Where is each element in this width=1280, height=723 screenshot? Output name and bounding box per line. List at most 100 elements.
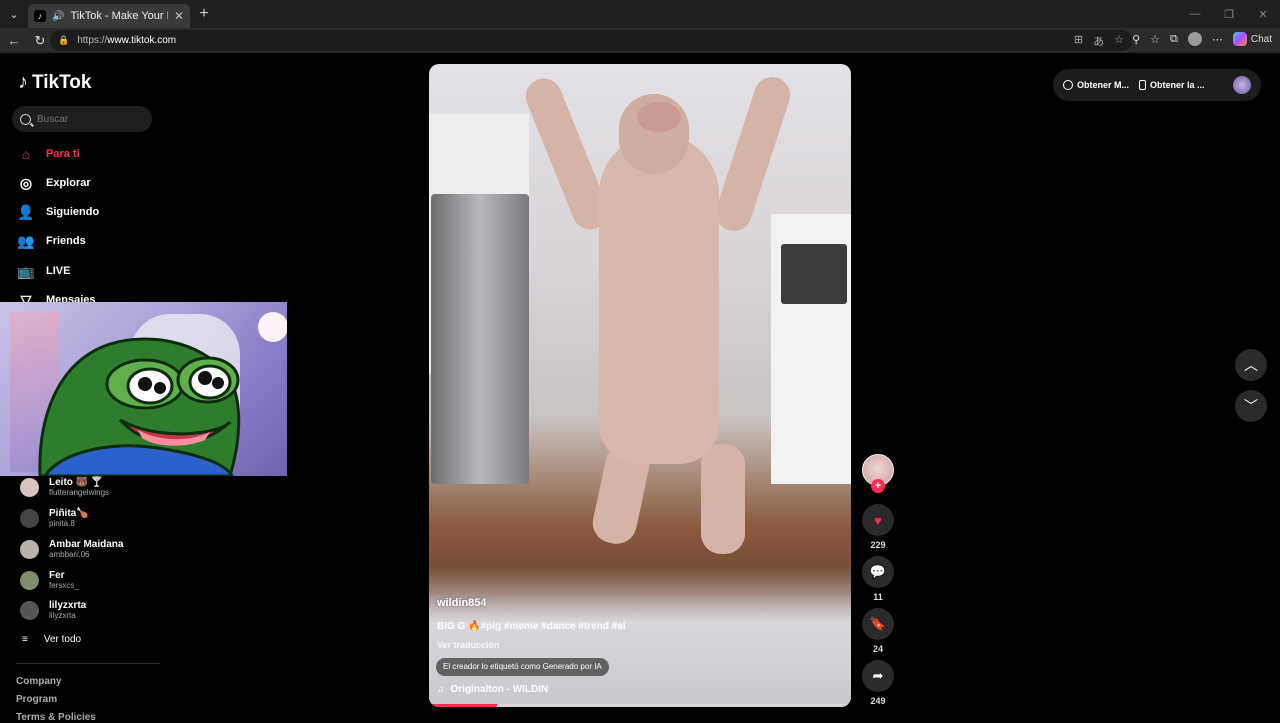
speaker-icon[interactable]: 🔊 [52, 11, 64, 22]
video-progress-bar[interactable] [429, 704, 851, 707]
extensions-icon[interactable]: ⚲ [1132, 33, 1140, 46]
save-button[interactable]: 🔖 [862, 608, 894, 640]
account-name: lilyzxrta [49, 600, 87, 611]
reload-icon[interactable]: ↻ [32, 33, 48, 49]
nav-label: LIVE [46, 265, 71, 277]
pig-leg [701, 444, 745, 554]
nav-explore[interactable]: ◎ Explorar [18, 175, 91, 191]
music-note-icon: ♫ [437, 684, 445, 695]
phone-icon [1139, 80, 1147, 90]
friends-icon: 👥 [17, 232, 35, 249]
get-coins-label: Obtener M... [1077, 80, 1130, 90]
tab-list-chevron-icon[interactable]: ⌄ [0, 0, 28, 28]
new-tab-button[interactable]: + [190, 5, 218, 23]
follow-plus-button[interactable]: + [871, 479, 885, 493]
chevron-up-icon: ︿ [1244, 357, 1258, 373]
see-all-label: Ver todo [43, 634, 82, 645]
see-translation-link[interactable]: Ver traducción [437, 640, 500, 650]
logo-text: TikTok [32, 71, 92, 93]
minimize-icon[interactable]: — [1178, 8, 1212, 21]
copilot-label: Chat [1250, 33, 1272, 45]
account-name: Piñita🍗 [49, 508, 89, 519]
video-player[interactable]: wildin854 BIG G 🔥#pig #meme #dance #tren… [429, 64, 851, 707]
footer-link-program[interactable]: Program [16, 694, 57, 705]
nav-label: Siguiendo [46, 206, 100, 218]
tiktok-logo[interactable]: ♪ TikTok [18, 71, 91, 94]
tab-close-icon[interactable]: ✕ [174, 9, 184, 23]
browser-tabbar: ⌄ ♪ 🔊 TikTok - Make Your Day ✕ + — ❐ ✕ [0, 0, 1280, 28]
account-handle: fersxcs_ [49, 581, 79, 590]
pig-snout [637, 102, 681, 132]
video-caption[interactable]: BIG G 🔥#pig #meme #dance #trend #ai [437, 621, 626, 632]
chevron-down-icon: ﹀ [1244, 398, 1258, 414]
account-handle: lilyzxrta [49, 611, 76, 620]
compass-icon: ◎ [19, 174, 33, 191]
search-box[interactable] [12, 106, 152, 132]
avatar [20, 509, 39, 528]
top-actions-bar: Obtener M... Obtener la ... [1053, 69, 1261, 101]
get-app-label: Obtener la ... [1150, 80, 1205, 90]
comment-button[interactable]: 💬 [862, 556, 894, 588]
account-name: Fer [49, 570, 65, 581]
pepe-overlay-image [0, 302, 287, 476]
account-name: Leito 🐻 🍸 [49, 477, 104, 488]
pig-body [599, 134, 719, 464]
nav-friends[interactable]: 👥 Friends [17, 232, 86, 249]
copilot-chat-button[interactable]: Chat [1232, 32, 1272, 46]
back-icon[interactable]: ← [6, 33, 22, 48]
video-music[interactable]: ♫ Originalton - WILDIN [437, 684, 548, 695]
following-account[interactable]: Piñita🍗 pinita.8 [20, 508, 89, 529]
share-button[interactable]: ➦ [862, 660, 894, 692]
next-video-button[interactable]: ﹀ [1235, 390, 1267, 422]
url-scheme: https:// [77, 35, 108, 46]
user-avatar[interactable] [1233, 76, 1251, 94]
footer-link-terms[interactable]: Terms & Policies [16, 712, 96, 723]
comment-icon: 💬 [869, 564, 887, 579]
coin-icon [1063, 80, 1073, 90]
avatar [20, 571, 39, 590]
copilot-icon [1232, 32, 1247, 46]
browser-tab[interactable]: ♪ 🔊 TikTok - Make Your Day ✕ [28, 4, 190, 28]
avatar [20, 478, 39, 497]
get-coins-button[interactable]: Obtener M... [1063, 80, 1129, 90]
previous-video-button[interactable]: ︿ [1235, 349, 1267, 381]
account-name: Ambar Maidana [49, 539, 124, 550]
pepe-frog-icon [38, 337, 241, 476]
search-icon [20, 113, 31, 125]
avatar [20, 601, 39, 620]
see-all-button[interactable]: ≡ Ver todo [22, 634, 81, 645]
nav-for-you[interactable]: ⌂ Para ti [18, 146, 80, 162]
translate-icon[interactable]: あ [1093, 33, 1104, 49]
search-input[interactable] [37, 113, 137, 125]
nav-label: Friends [46, 235, 86, 247]
account-handle: pinita.8 [49, 519, 75, 528]
video-progress-fill [429, 704, 497, 707]
profile-avatar[interactable] [1187, 32, 1202, 46]
following-account[interactable]: Ambar Maidana ambbarr.06 [20, 539, 123, 560]
tiktok-favicon-icon: ♪ [34, 10, 46, 22]
window-controls: — ❐ ✕ [1178, 8, 1280, 21]
favorite-star-icon[interactable]: ☆ [1114, 33, 1124, 49]
like-button[interactable]: ♥ [862, 504, 894, 536]
home-icon: ⌂ [21, 146, 31, 162]
app-available-icon[interactable]: ⊞ [1074, 33, 1083, 49]
close-window-icon[interactable]: ✕ [1246, 8, 1280, 21]
footer-link-company[interactable]: Company [16, 676, 62, 687]
following-account[interactable]: Leito 🐻 🍸 flutterangelwings [20, 477, 109, 498]
get-app-button[interactable]: Obtener la ... [1139, 80, 1205, 90]
browser-toolbar: ← ↻ 🔒 https://www.tiktok.com ⊞ あ ☆ ⚲ ☆ ⧉… [0, 28, 1280, 53]
account-handle: flutterangelwings [49, 488, 110, 497]
live-icon: 📺 [17, 262, 35, 279]
restore-icon[interactable]: ❐ [1212, 8, 1246, 21]
nav-following[interactable]: 👤 Siguiendo [17, 204, 100, 220]
more-menu-icon[interactable]: ⋯ [1212, 33, 1223, 46]
address-bar[interactable]: 🔒 https://www.tiktok.com ⊞ あ ☆ [50, 30, 1132, 51]
following-account[interactable]: lilyzxrta lilyzxrta [20, 600, 86, 621]
like-count: 229 [870, 540, 886, 550]
video-background-microwave [781, 244, 847, 304]
nav-live[interactable]: 📺 LIVE [17, 262, 71, 279]
video-username[interactable]: wildin854 [437, 597, 487, 609]
following-account[interactable]: Fer fersxcs_ [20, 570, 79, 591]
collections-icon[interactable]: ⧉ [1170, 33, 1178, 46]
favorites-icon[interactable]: ☆ [1150, 33, 1160, 46]
